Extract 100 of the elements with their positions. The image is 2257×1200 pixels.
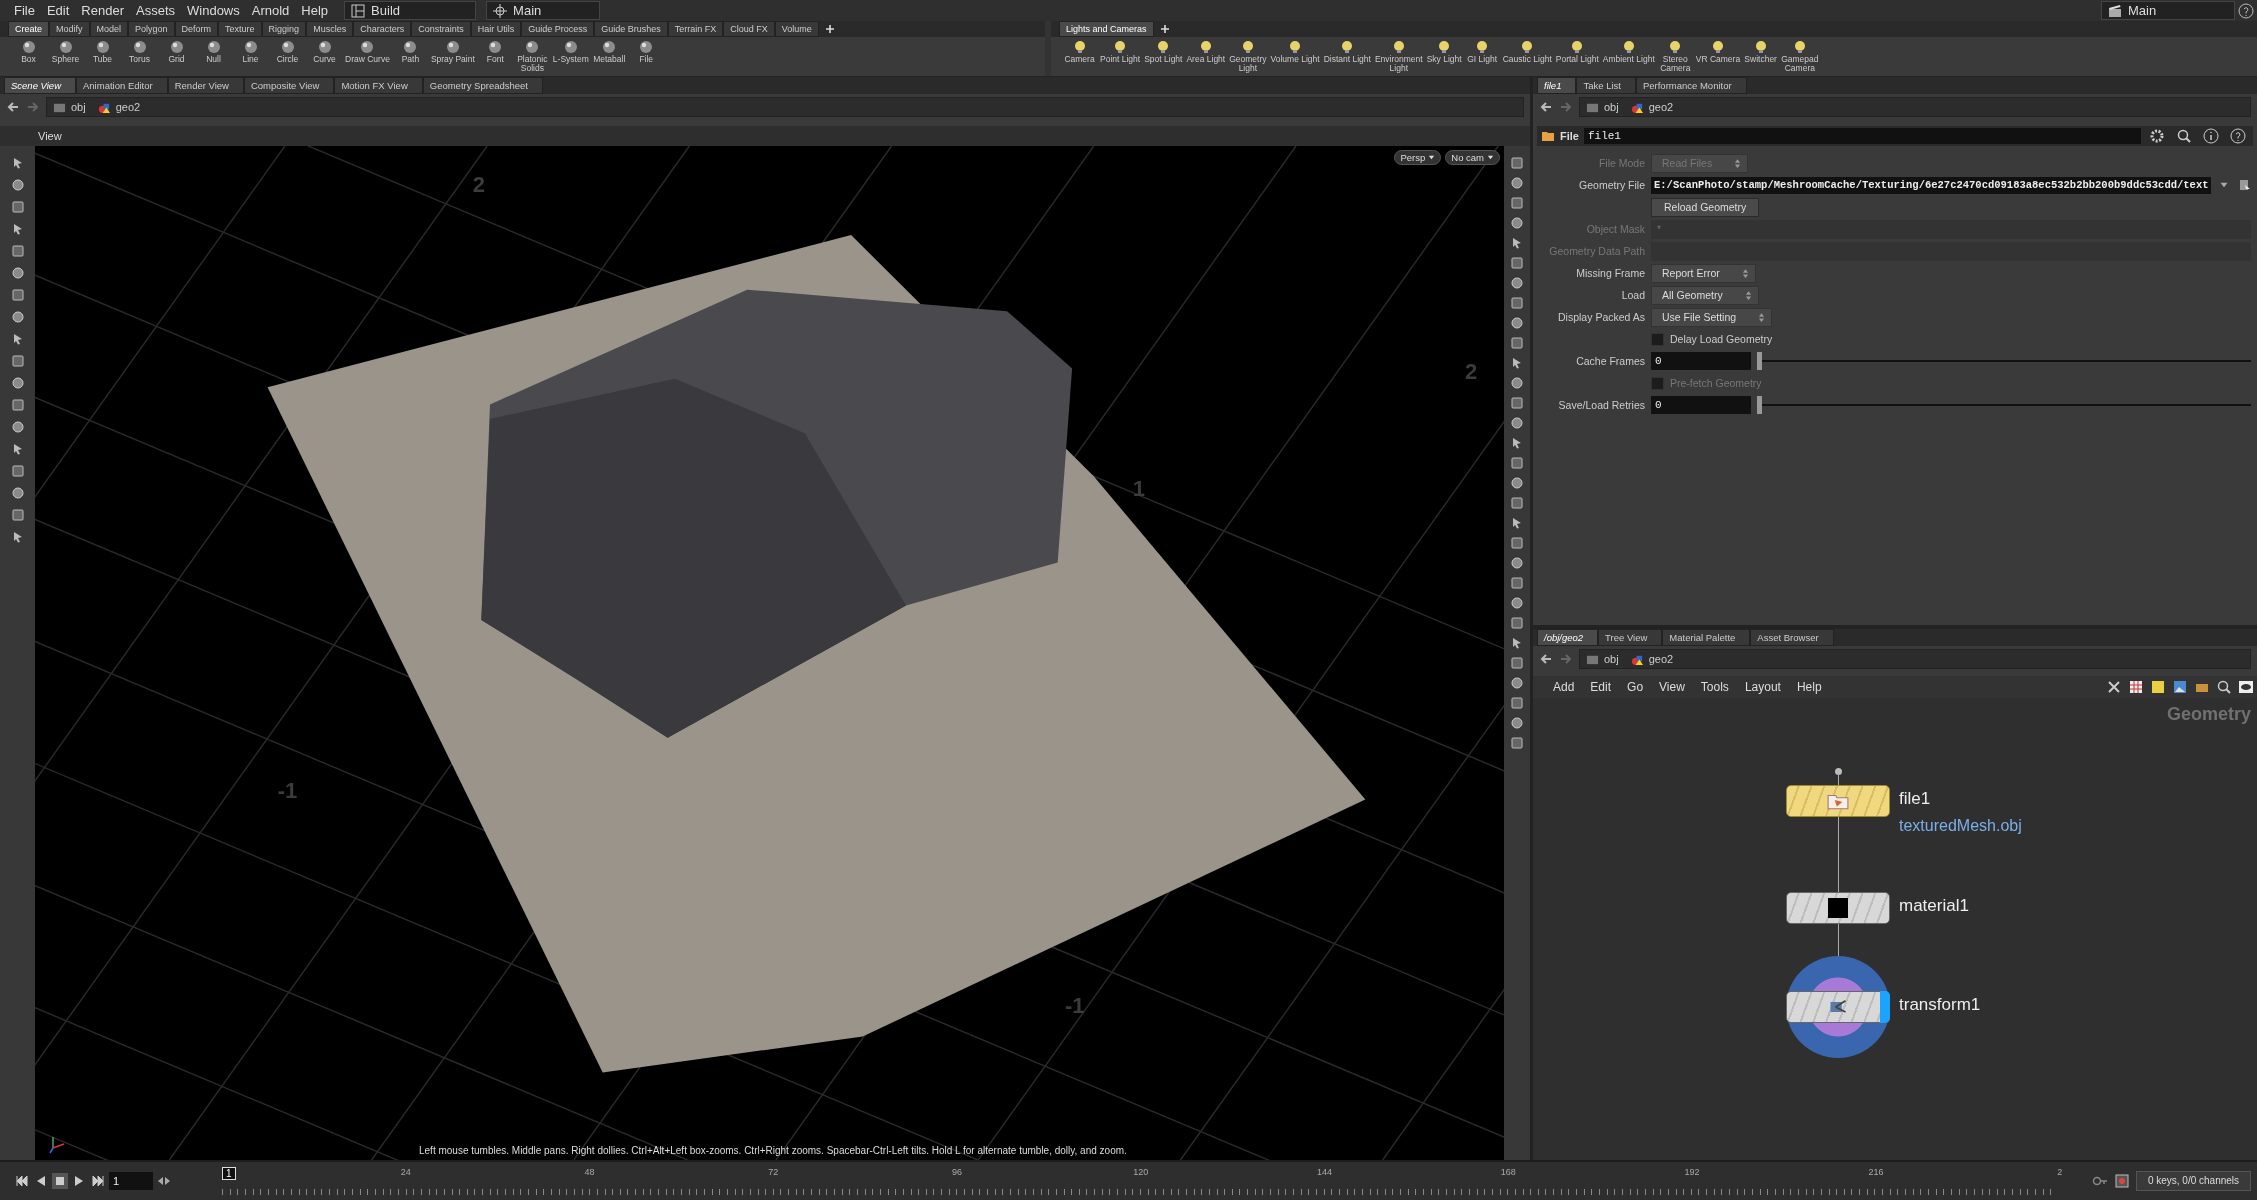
search-icon[interactable] <box>2216 679 2232 695</box>
shelf-tool[interactable]: File <box>629 39 663 64</box>
menu-item[interactable]: Edit <box>40 3 76 18</box>
square-icon[interactable] <box>1510 576 1524 590</box>
shelf-tool[interactable]: Portal Light <box>1555 39 1599 64</box>
shelf-tab[interactable]: Volume <box>774 21 819 37</box>
square-icon[interactable] <box>10 200 25 214</box>
menu-item[interactable]: Edit <box>1582 680 1620 694</box>
shelf-tool[interactable]: Caustic Light <box>1502 39 1552 64</box>
path-segment[interactable]: obj <box>1604 653 1619 665</box>
shelf-set-selector[interactable]: Main <box>486 1 601 20</box>
dropdown-menu[interactable]: Report Error <box>1651 263 1756 283</box>
menu-item[interactable]: File <box>8 3 41 18</box>
square-icon[interactable] <box>10 398 25 412</box>
slider-thumb[interactable] <box>1757 396 1762 414</box>
circle-icon[interactable] <box>1510 176 1524 190</box>
shelf-tool[interactable]: Null <box>197 39 230 64</box>
file-browse-icon[interactable] <box>2237 178 2251 192</box>
shelf-tab[interactable]: Muscles <box>306 21 354 37</box>
pane-tab[interactable]: Geometry Spreadsheet <box>422 77 543 94</box>
shelf-tab[interactable]: Texture <box>218 21 262 37</box>
shelf-tab[interactable]: Rigging <box>261 21 307 37</box>
grid-icon[interactable] <box>2128 679 2144 695</box>
shelf-tab[interactable]: Hair Utils <box>470 21 522 37</box>
shelf-tool[interactable]: Torus <box>123 39 156 64</box>
square-icon[interactable] <box>10 244 25 258</box>
menu-item[interactable]: Add <box>1545 680 1583 694</box>
back-arrow-icon[interactable] <box>6 100 20 114</box>
shelf-tab[interactable]: Guide Process <box>521 21 595 37</box>
shelf-tool[interactable]: Camera <box>1063 39 1096 64</box>
shelf-tool[interactable]: Spray Paint <box>430 39 475 64</box>
shelf-tool[interactable]: Sphere <box>49 39 82 64</box>
menu-item[interactable]: Go <box>1619 680 1652 694</box>
eye-icon[interactable] <box>2238 679 2254 695</box>
shelf-tab[interactable]: Deform <box>174 21 219 37</box>
pane-tab[interactable]: Tree View <box>1598 629 1663 646</box>
shelf-tool[interactable]: Circle <box>271 39 304 64</box>
path-field[interactable]: obj geo2 <box>1579 97 2251 117</box>
shelf-tab[interactable]: Characters <box>353 21 412 37</box>
circle-icon[interactable] <box>1510 676 1524 690</box>
square-icon[interactable] <box>1510 336 1524 350</box>
circle-icon[interactable] <box>1510 376 1524 390</box>
circle-icon[interactable] <box>1510 476 1524 490</box>
square-icon[interactable] <box>1510 156 1524 170</box>
shelf-tool[interactable]: Metaball <box>592 39 626 64</box>
pane-tab[interactable]: Motion FX View <box>334 77 423 94</box>
shelf-tool[interactable]: L-System <box>552 39 589 64</box>
square-icon[interactable] <box>1510 256 1524 270</box>
search-icon[interactable] <box>2176 128 2192 144</box>
camera-menu[interactable]: No cam <box>1445 150 1500 165</box>
skip-end-icon[interactable] <box>90 1173 106 1189</box>
number-field[interactable]: 0 <box>1651 396 1751 414</box>
square-icon[interactable] <box>1510 696 1524 710</box>
shelf-tool[interactable]: Line <box>234 39 267 64</box>
shelf-tool[interactable]: Draw Curve <box>345 39 390 64</box>
shelf-tool[interactable]: Path <box>393 39 427 64</box>
pane-tab[interactable]: Render View <box>167 77 244 94</box>
pane-tab[interactable]: Performance Monitor <box>1635 77 1747 94</box>
circle-icon[interactable] <box>1510 216 1524 230</box>
shelf-tool[interactable]: Font <box>478 39 512 64</box>
shelf-tool[interactable]: Ambient Light <box>1602 39 1655 64</box>
shelf-tool[interactable]: VR Camera <box>1695 39 1741 64</box>
menu-item[interactable]: Assets <box>130 3 181 18</box>
circle-icon[interactable] <box>1510 716 1524 730</box>
shelf-tool[interactable]: Box <box>12 39 45 64</box>
shelf-tool[interactable]: Environment Light <box>1374 39 1423 73</box>
shelf-tool[interactable]: Point Light <box>1100 39 1141 64</box>
network-node[interactable] <box>1786 892 1890 924</box>
dropdown-menu[interactable]: All Geometry <box>1651 285 1759 305</box>
shelf-tab[interactable]: Modify <box>49 21 90 37</box>
stop-icon[interactable] <box>52 1173 68 1189</box>
viewport[interactable]: 2 2 1 -1 -1 Persp No cam Left mouse tumbles. Middle pans. Right dollies. Ctrl+Alt+Left box-zooms. Ctrl+Right zooms. Spacebar-Ctrl-Left tilts. Hold L for alternate tumble, dolly, and zoom. <box>35 146 1504 1160</box>
square-icon[interactable] <box>1510 536 1524 550</box>
circle-icon[interactable] <box>1510 316 1524 330</box>
shelf-tool[interactable]: Stereo Camera <box>1658 39 1692 73</box>
shelf-tool[interactable]: Volume Light <box>1270 39 1320 64</box>
circle-icon[interactable] <box>10 310 25 324</box>
menu-item[interactable]: Help <box>1788 680 1830 694</box>
square-icon[interactable] <box>1510 616 1524 630</box>
display-flag[interactable] <box>1880 991 1890 1023</box>
network-canvas[interactable]: Geometry file1 texturedMesh.obj material1 transform1 <box>1533 698 2257 1160</box>
wrench-icon[interactable] <box>2106 679 2122 695</box>
slider-thumb[interactable] <box>1757 352 1762 370</box>
dropdown-menu[interactable]: Use File Setting <box>1651 307 1773 327</box>
pane-tab[interactable]: Animation Editor <box>76 77 168 94</box>
back-arrow-icon[interactable] <box>1539 100 1553 114</box>
circle-icon[interactable] <box>10 178 25 192</box>
menu-item[interactable]: Windows <box>181 3 246 18</box>
shelf-tab[interactable]: Cloud FX <box>723 21 775 37</box>
reload-button[interactable]: Reload Geometry <box>1651 197 1760 217</box>
circle-icon[interactable] <box>1510 276 1524 290</box>
plus-icon[interactable] <box>1159 24 1170 34</box>
gear-icon[interactable] <box>2149 128 2165 144</box>
pane-tab[interactable]: Take List <box>1576 77 1636 94</box>
number-field[interactable]: 0 <box>1651 352 1751 370</box>
shelf-tool[interactable]: Sky Light <box>1426 39 1462 64</box>
back-arrow-icon[interactable] <box>1539 652 1553 666</box>
shelf-tool[interactable]: Platonic Solids <box>515 39 549 73</box>
shelf-tool[interactable]: Curve <box>308 39 341 64</box>
menu-item[interactable]: Tools <box>1692 680 1737 694</box>
